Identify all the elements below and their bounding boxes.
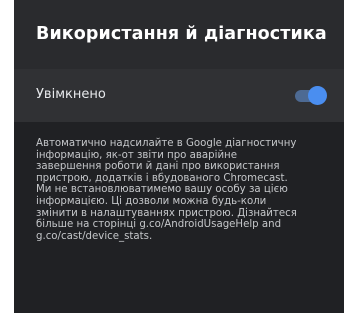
- description-line: інформацією. Ці дозволи можна будь-коли: [36, 195, 267, 207]
- description-line: Автоматично надсилайте в Google діагност…: [36, 138, 297, 149]
- enabled-toggle-switch[interactable]: [295, 86, 327, 106]
- description-line: завершення роботи й дані про використанн…: [36, 161, 280, 173]
- description-line: g.co/cast/device_stats.: [36, 230, 153, 242]
- enabled-setting-row[interactable]: Увімкнено: [14, 69, 344, 122]
- toggle-knob: [308, 86, 327, 105]
- page-title: Використання й діагностика: [36, 24, 327, 44]
- description-line: пристрою, додатків і вбудованого Chromec…: [36, 172, 288, 184]
- panel-header: Використання й діагностика: [14, 0, 344, 69]
- description-line: змінити в налаштуваннях пристрою. Дізнай…: [36, 207, 297, 219]
- enabled-setting-label: Увімкнено: [36, 87, 106, 102]
- description-line: більше на сторінці g.co/AndroidUsageHelp…: [36, 219, 282, 231]
- description-line: Ми не встановлюватимемо вашу особу за ці…: [36, 184, 288, 196]
- description-line: інформацію, як-от звіти про аварійне: [36, 149, 237, 161]
- usage-description: Автоматично надсилайте в Google діагност…: [36, 138, 336, 242]
- usage-diagnostics-panel: Використання й діагностика Увімкнено Авт…: [14, 0, 344, 313]
